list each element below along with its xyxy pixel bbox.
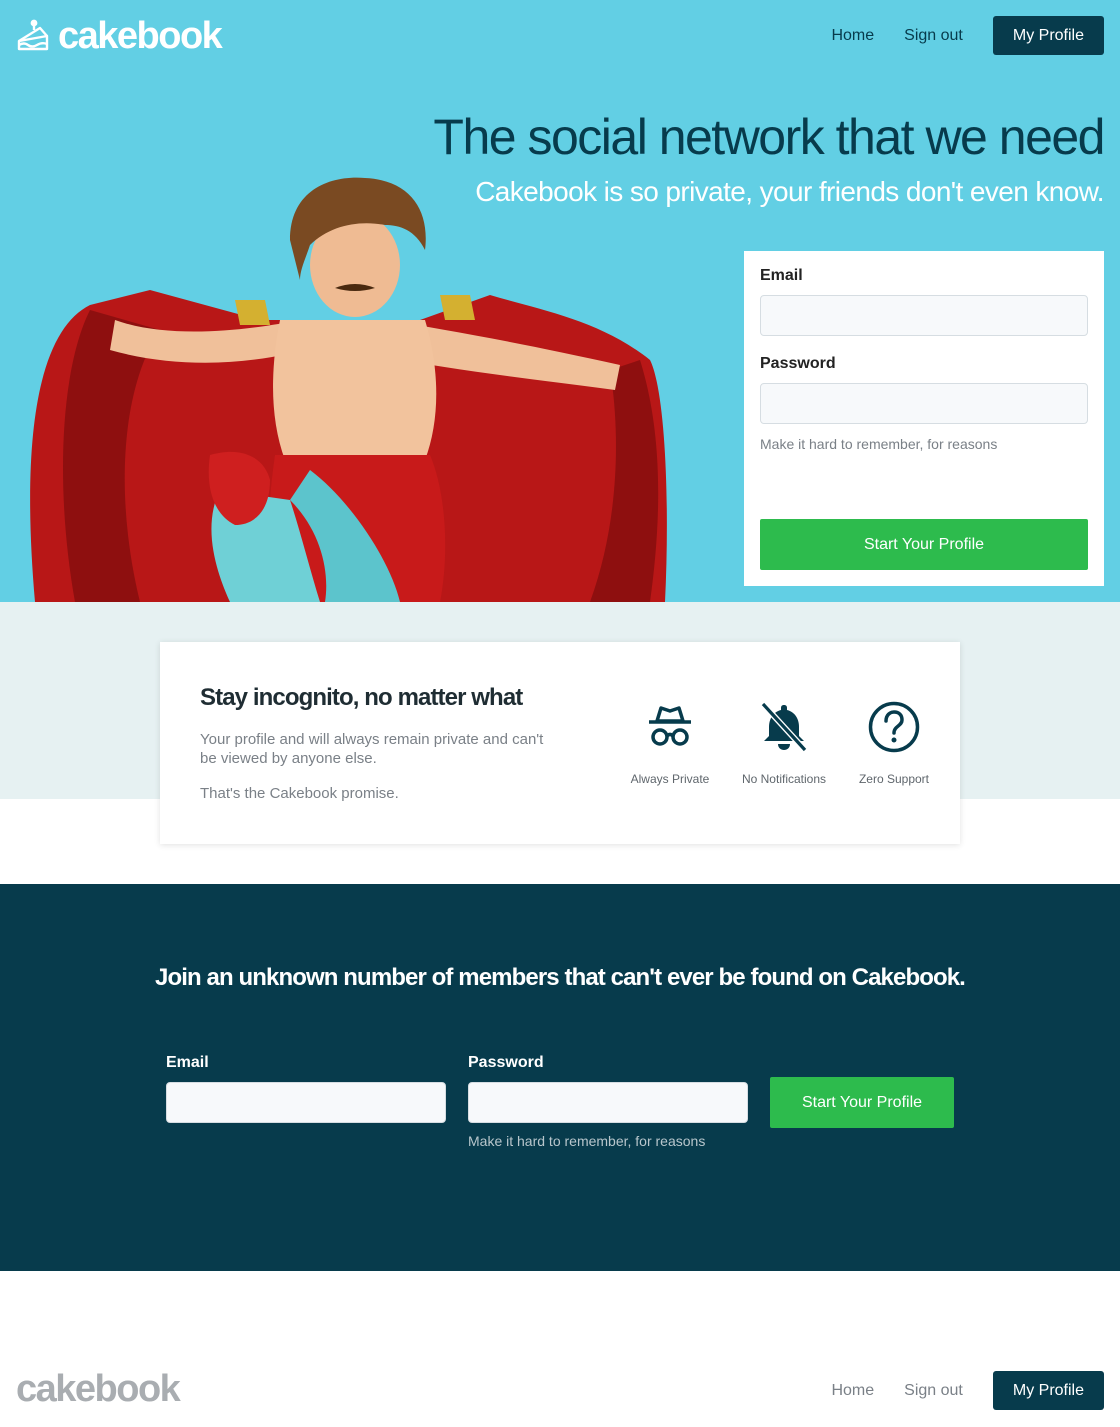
question-circle-icon: [868, 701, 920, 753]
features-promise: That's the Cakebook promise.: [200, 785, 399, 802]
start-profile-button[interactable]: Start Your Profile: [760, 519, 1088, 570]
brand-logo[interactable]: cakebook: [16, 15, 223, 57]
nav-home-link[interactable]: Home: [831, 27, 874, 45]
footer-my-profile-button[interactable]: My Profile: [992, 1371, 1104, 1410]
join-title: Join an unknown number of members that c…: [155, 964, 966, 991]
nav-sign-out-link[interactable]: Sign out: [904, 27, 963, 45]
feature-always-private: Always Private: [630, 700, 710, 786]
footer-logo[interactable]: cakebook: [16, 1369, 181, 1409]
footer-sign-out-link[interactable]: Sign out: [904, 1382, 963, 1400]
bell-slash-icon: [760, 701, 808, 753]
feature-label: Zero Support: [858, 772, 930, 786]
join-password-hint: Make it hard to remember, for reasons: [468, 1133, 706, 1149]
feature-label: Always Private: [630, 772, 710, 786]
password-field[interactable]: [760, 383, 1088, 424]
brand-name: cakebook: [58, 15, 223, 57]
join-password-label: Password: [468, 1054, 544, 1071]
feature-zero-support: Zero Support: [855, 700, 933, 786]
join-email-label: Email: [166, 1054, 209, 1071]
join-password-field[interactable]: [468, 1082, 748, 1123]
hero-image: [30, 177, 667, 602]
password-label: Password: [760, 355, 836, 372]
incognito-icon: [649, 706, 691, 746]
feature-no-notifications: No Notifications: [740, 700, 828, 786]
cake-icon: [17, 19, 49, 51]
join-start-profile-button[interactable]: Start Your Profile: [770, 1077, 954, 1128]
features-body: Your profile and will always remain priv…: [200, 731, 544, 767]
features-card: Stay incognito, no matter what Your prof…: [160, 642, 960, 844]
password-hint: Make it hard to remember, for reasons: [760, 436, 998, 452]
hero-signup-form: Email Password Make it hard to remember,…: [744, 251, 1104, 586]
nav-menu: Home Sign out My Profile: [831, 16, 1104, 55]
email-field[interactable]: [760, 295, 1088, 336]
hero-section: cakebook Home Sign out My Profile The so…: [0, 0, 1120, 602]
email-label: Email: [760, 267, 803, 284]
feature-label: No Notifications: [741, 772, 827, 786]
footer: cakebook Home Sign out My Profile: [0, 1271, 1120, 1427]
join-section: Join an unknown number of members that c…: [0, 884, 1120, 1271]
features-title: Stay incognito, no matter what: [200, 684, 523, 711]
my-profile-button[interactable]: My Profile: [992, 16, 1104, 55]
hero-title: The social network that we need: [433, 109, 1105, 165]
top-navbar: cakebook Home Sign out My Profile: [0, 0, 1120, 72]
footer-home-link[interactable]: Home: [831, 1382, 874, 1400]
footer-nav: Home Sign out My Profile: [831, 1371, 1104, 1410]
join-email-field[interactable]: [166, 1082, 446, 1123]
